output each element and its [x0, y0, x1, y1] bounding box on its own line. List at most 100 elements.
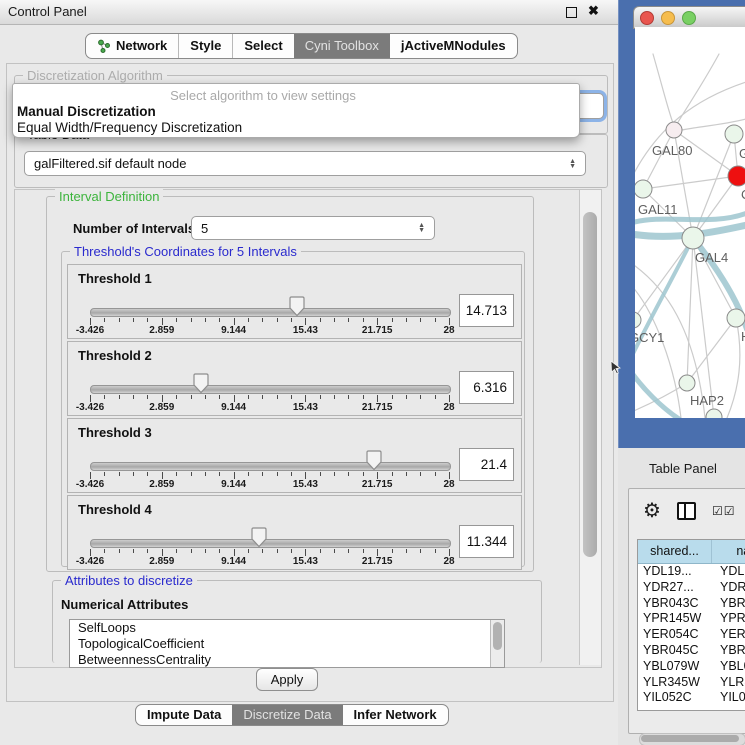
combo-spinner-icon: ▲▼: [569, 159, 576, 169]
settings-vertical-scrollbar[interactable]: [579, 190, 601, 665]
close-light-icon[interactable]: [640, 11, 654, 25]
network-node-c[interactable]: [728, 166, 745, 186]
gear-icon[interactable]: ⚙: [643, 501, 661, 521]
tab-select[interactable]: Select: [232, 34, 293, 58]
numerical-attributes-list[interactable]: SelfLoopsTopologicalCoefficientBetweenne…: [69, 619, 505, 668]
node-table[interactable]: shared...nameYDL19...YDL19YDR27...YDR27Y…: [637, 539, 745, 711]
zoom-light-icon[interactable]: [682, 11, 696, 25]
network-node-gal4[interactable]: [682, 227, 704, 249]
table-row[interactable]: YIL052CYIL05: [638, 690, 745, 706]
control-panel-titlebar[interactable]: Control Panel ✖: [0, 0, 618, 25]
close-icon[interactable]: ✖: [588, 3, 599, 19]
table-data-combobox[interactable]: galFiltered.sif default node ▲▼: [24, 151, 586, 176]
table-row[interactable]: YDR27...YDR27: [638, 580, 745, 596]
cell-shared-name: YPR145W: [638, 611, 711, 627]
table-row[interactable]: YBR045CYBR04: [638, 643, 745, 659]
threshold-list: Threshold 1-3.4262.8599.14415.4321.71528…: [67, 264, 522, 572]
tick-mark: [176, 395, 177, 399]
network-node-h[interactable]: [727, 309, 745, 327]
table-horizontal-scrollbar[interactable]: [639, 733, 745, 745]
attributes-group-label: Attributes to discretize: [61, 573, 197, 588]
tick-mark: [305, 549, 306, 556]
column-header-shared[interactable]: shared...: [638, 540, 712, 563]
slider-track[interactable]: [90, 385, 451, 394]
network-node-gal11[interactable]: [635, 180, 652, 198]
cell-name: YPR14: [711, 611, 745, 627]
tick-label: 15.43: [275, 402, 335, 413]
tick-mark: [162, 318, 163, 325]
tab-infer-network[interactable]: Infer Network: [343, 705, 448, 725]
threshold-value-field[interactable]: 11.344: [459, 525, 514, 558]
tick-mark: [119, 318, 120, 322]
tick-mark: [104, 549, 105, 553]
slider-handle[interactable]: [251, 527, 267, 548]
table-row[interactable]: YDL19...YDL19: [638, 564, 745, 580]
checkbox-icons[interactable]: ☑☑: [712, 504, 736, 518]
tick-mark: [133, 318, 134, 322]
table-row[interactable]: YLR345WYLR34: [638, 675, 745, 691]
network-node-ga[interactable]: [725, 125, 743, 143]
tab-network[interactable]: Network: [86, 34, 178, 58]
tab-cyni-toolbox[interactable]: Cyni Toolbox: [294, 34, 390, 58]
apply-button[interactable]: Apply: [256, 668, 318, 691]
algorithm-option-equal-width-frequency-discretization[interactable]: Equal Width/Frequency Discretization: [17, 120, 242, 136]
list-item-topologicalcoefficient[interactable]: TopologicalCoefficient: [70, 636, 504, 652]
tick-label: 21.715: [347, 556, 407, 567]
tab-impute-data[interactable]: Impute Data: [136, 705, 232, 725]
tab-discretize-data[interactable]: Discretize Data: [232, 705, 342, 725]
network-node-hap2[interactable]: [679, 375, 695, 391]
tab-label: Discretize Data: [243, 705, 331, 725]
table-row[interactable]: YBL079WYBL07: [638, 659, 745, 675]
tick-mark: [363, 395, 364, 399]
network-node[interactable]: [706, 409, 722, 418]
scrollbar-thumb[interactable]: [583, 212, 597, 557]
tick-mark: [104, 472, 105, 476]
scrollbar-thumb[interactable]: [641, 735, 739, 742]
network-icon: [97, 39, 111, 54]
tick-mark: [147, 395, 148, 399]
slider-track[interactable]: [90, 539, 451, 548]
cell-shared-name: YBR045C: [638, 643, 711, 659]
thresholds-group: Threshold's Coordinates for 5 Intervals …: [61, 251, 525, 567]
tick-mark: [191, 472, 192, 476]
table-row[interactable]: YER054CYER05: [638, 627, 745, 643]
tick-label: 15.43: [275, 325, 335, 336]
slider-handle[interactable]: [193, 373, 209, 394]
algorithm-option-manual-discretization[interactable]: Manual Discretization: [17, 104, 156, 120]
tick-mark: [305, 472, 306, 479]
attributes-scrollbar[interactable]: [490, 620, 504, 667]
slider-track[interactable]: [90, 462, 451, 471]
threshold-panel-threshold-1: Threshold 1-3.4262.8599.14415.4321.71528…: [67, 264, 522, 339]
tick-mark: [406, 318, 407, 322]
network-window-titlebar[interactable]: [633, 6, 745, 29]
number-of-intervals-combobox[interactable]: 5 ▲▼: [191, 216, 435, 240]
cell-shared-name: YER054C: [638, 627, 711, 643]
tab-jactivemnodules[interactable]: jActiveMNodules: [390, 34, 517, 58]
threshold-value-field[interactable]: 6.316: [459, 371, 514, 404]
column-header-name[interactable]: name: [712, 540, 745, 563]
slider-handle[interactable]: [289, 296, 305, 317]
threshold-value-field[interactable]: 21.4: [459, 448, 514, 481]
tick-mark: [435, 318, 436, 322]
bottom-tab-bar: Impute Data Discretize Data Infer Network: [135, 704, 449, 726]
tick-mark: [363, 549, 364, 553]
list-item-betweennesscentrality[interactable]: BetweennessCentrality: [70, 652, 504, 668]
split-view-icon[interactable]: [677, 502, 696, 520]
tab-style[interactable]: Style: [178, 34, 232, 58]
slider-track[interactable]: [90, 308, 451, 317]
number-of-intervals-label: Number of Intervals: [73, 221, 195, 236]
table-row[interactable]: YBR043CYBR04: [638, 596, 745, 612]
slider-handle[interactable]: [366, 450, 382, 471]
float-icon[interactable]: [566, 7, 577, 18]
network-node-gal80[interactable]: [666, 122, 682, 138]
minimize-light-icon[interactable]: [661, 11, 675, 25]
tab-label: Impute Data: [147, 705, 221, 725]
network-view[interactable]: GAL80GACGAL11GAL4GCY1HHAP2: [635, 27, 745, 418]
tick-mark: [363, 318, 364, 322]
network-node-gcy1[interactable]: [635, 312, 641, 328]
list-item-selfloops[interactable]: SelfLoops: [70, 620, 504, 636]
cell-name: YLR34: [711, 675, 745, 691]
tick-mark: [248, 472, 249, 476]
table-row[interactable]: YPR145WYPR14: [638, 611, 745, 627]
threshold-value-field[interactable]: 14.713: [459, 294, 514, 327]
